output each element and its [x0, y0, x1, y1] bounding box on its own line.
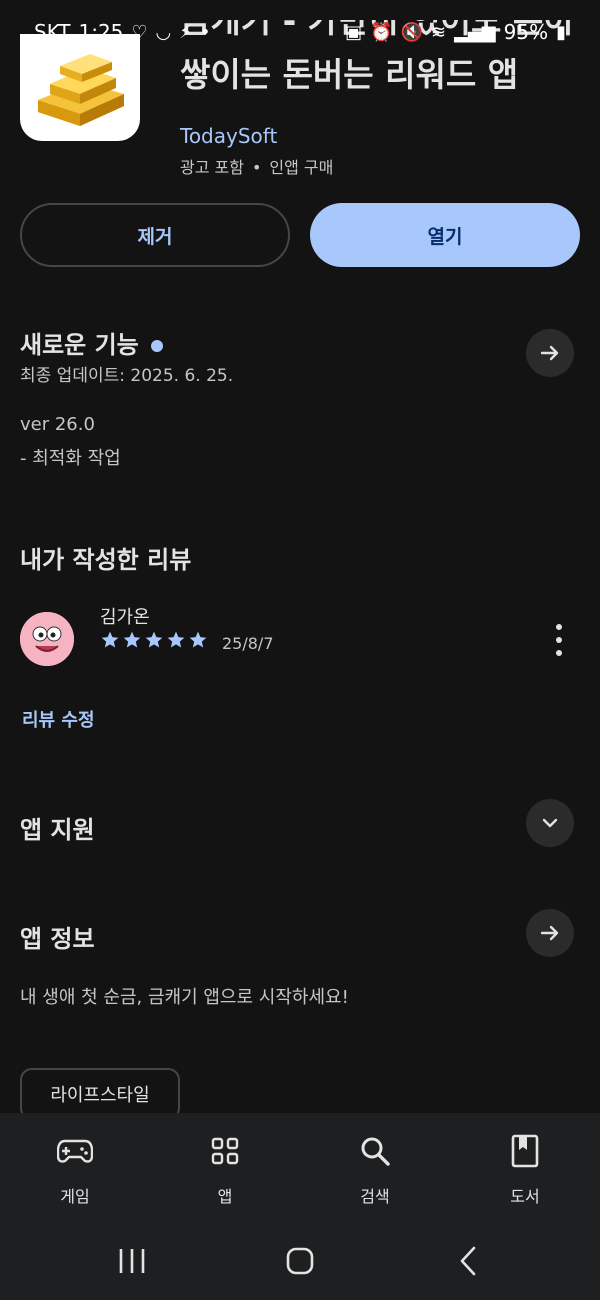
book-icon: [505, 1131, 545, 1171]
app-description: 내 생애 첫 순금, 금캐기 앱으로 시작하세요!: [20, 987, 349, 1008]
version-text: ver 26.0: [20, 414, 95, 435]
mute-icon: 🔇: [400, 21, 424, 43]
developer-link[interactable]: TodaySoft: [180, 124, 277, 148]
nav-item-games[interactable]: 게임: [0, 1113, 150, 1223]
more-options-button[interactable]: [549, 624, 569, 656]
system-nav-bar: [0, 1223, 600, 1300]
meta-ads: 광고 포함: [180, 158, 244, 177]
star-icon: [123, 631, 141, 648]
recent-apps-button[interactable]: [102, 1243, 162, 1279]
nav-item-books[interactable]: 도서: [450, 1113, 600, 1223]
battery-icon: ▮: [556, 21, 566, 43]
search-icon: [355, 1131, 395, 1171]
uninstall-button[interactable]: 제거: [20, 203, 290, 267]
home-button[interactable]: [270, 1243, 330, 1279]
new-indicator-dot: [150, 340, 163, 352]
whats-new-title: 새로운 기능: [20, 331, 139, 359]
notification-icon: ♡: [131, 21, 148, 43]
app-info-title[interactable]: 앱 정보: [20, 919, 95, 954]
app-support-expand-button[interactable]: [526, 799, 574, 847]
back-icon: [460, 1246, 476, 1276]
arrow-right-icon: [540, 925, 559, 941]
more-dot: [556, 637, 562, 643]
star-icon: [189, 631, 207, 648]
status-right: ▣ ⏰ 🔇 ≋ ▂▄▆ 95% ▮: [345, 20, 566, 44]
app-support-title[interactable]: 앱 지원: [20, 810, 95, 845]
bottom-nav: 게임 앱 검색 도서: [0, 1113, 600, 1223]
back-button[interactable]: [438, 1243, 498, 1279]
my-review-title: 내가 작성한 리뷰: [20, 546, 192, 574]
whats-new-header[interactable]: 새로운 기능: [20, 325, 163, 360]
whats-new-arrow-button[interactable]: [526, 329, 574, 377]
nfc-icon: ▣: [345, 21, 363, 43]
carrier-label: SKT: [34, 20, 71, 44]
reviewer-name: 김가온: [100, 607, 150, 628]
app-meta: 광고 포함 • 인앱 구매: [180, 154, 333, 178]
apps-grid-icon: [205, 1131, 245, 1171]
star-rating: [100, 630, 208, 650]
recent-apps-icon: [119, 1249, 145, 1273]
app-notification-icon: ◡: [155, 21, 172, 43]
star-icon: [145, 631, 163, 648]
status-left: SKT 1:25 ♡ ◡ ⚡ •: [34, 20, 211, 44]
meta-iap: 인앱 구매: [269, 158, 334, 177]
wifi-icon: ≋: [431, 21, 447, 43]
clock: 1:25: [78, 20, 124, 44]
nav-label: 앱: [217, 1187, 233, 1206]
release-notes: - 최적화 작업: [20, 448, 121, 469]
arrow-right-icon: [540, 345, 559, 361]
more-dot: [556, 624, 562, 630]
nav-label: 검색: [360, 1187, 390, 1206]
nav-label: 도서: [510, 1187, 540, 1206]
gamepad-icon: [55, 1131, 95, 1171]
nav-item-apps[interactable]: 앱: [150, 1113, 300, 1223]
signal-icon: ▂▄▆: [454, 21, 496, 43]
nav-item-search[interactable]: 검색: [300, 1113, 450, 1223]
battery-percent: 95%: [503, 20, 549, 44]
edit-review-link[interactable]: 리뷰 수정: [22, 706, 95, 732]
more-dot: [556, 650, 562, 656]
more-notifications-icon: •: [199, 21, 211, 43]
open-button[interactable]: 열기: [310, 203, 580, 267]
last-updated: 최종 업데이트: 2025. 6. 25.: [20, 366, 234, 386]
alarm-icon: ⏰: [370, 21, 393, 43]
bolt-icon: ⚡: [179, 21, 192, 43]
status-bar: SKT 1:25 ♡ ◡ ⚡ • ▣ ⏰ 🔇 ≋ ▂▄▆ 95% ▮: [0, 0, 600, 60]
review-date: 25/8/7: [222, 634, 274, 653]
avatar: [20, 612, 74, 666]
meta-separator: •: [251, 158, 262, 177]
app-info-arrow-button[interactable]: [526, 909, 574, 957]
app-title-line2: 쌓이는 돈버는 리워드 앱: [180, 55, 519, 94]
star-icon: [167, 631, 185, 648]
reviewer-avatar-icon: [20, 612, 74, 666]
home-icon: [286, 1247, 314, 1275]
chevron-down-icon: [542, 818, 558, 828]
star-icon: [101, 631, 119, 648]
nav-label: 게임: [60, 1187, 90, 1206]
